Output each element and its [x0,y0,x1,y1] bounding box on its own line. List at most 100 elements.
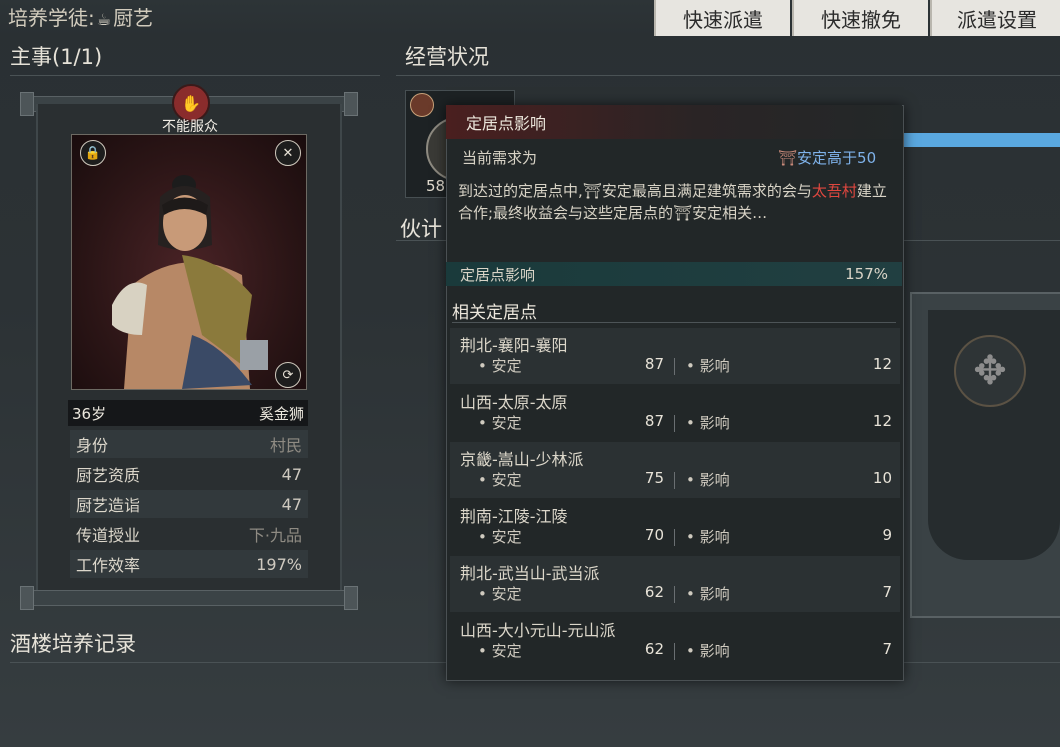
stability-label: • 安定 [478,528,522,546]
stat-key: 厨艺造诣 [76,496,141,515]
tooltip-description: 到达过的定居点中,⛩安定最高且满足建筑需求的会与太吾村建立合作;最终收益会与这些… [458,180,894,224]
requirement-label: 当前需求为 [462,149,538,167]
influence-label: 定居点影响 [460,265,536,284]
influence-label: • 影响 [686,414,730,432]
separator [674,415,675,432]
divider [10,75,380,76]
settlement-name: 山西-太原-太原 [460,393,568,412]
scroll-rod-bottom [22,590,358,606]
character-illustration [112,175,268,389]
tooltip-title: 定居点影响 [466,114,547,133]
stat-key: 厨艺资质 [76,466,141,485]
dispatch-settings-button[interactable]: 派遣设置 [930,0,1060,36]
divider [452,322,896,323]
stat-key: 工作效率 [76,556,141,575]
stat-value: 村民 [269,436,302,455]
scroll-cap [20,586,34,610]
stability-value: 87 [644,412,664,430]
divider [396,75,1060,76]
partner-section-title: 伙计 [400,217,442,241]
influence-value: 157% [845,265,888,283]
list-item: 荆南-江陵-江陵 • 安定 70 • 影响 9 [450,499,900,555]
stat-key: 传道授业 [76,526,141,545]
settlement-name: 荆北-武当山-武当派 [460,564,600,583]
separator [674,586,675,603]
separator [674,643,675,660]
stability-value: 87 [644,355,664,373]
stability-icon: ⛩ [778,149,798,167]
building-icon [410,93,434,117]
stat-value: 197% [256,554,302,574]
lock-icon[interactable]: 🔒 [80,140,106,166]
list-item: 山西-太原-太原 • 安定 87 • 影响 12 [450,385,900,441]
stability-icon: ⛩ [582,182,602,200]
list-item: 京畿-嵩山-少林派 • 安定 75 • 影响 10 [450,442,900,498]
scroll-cap [20,92,34,116]
scroll-cap [344,586,358,610]
stability-value: 62 [644,640,664,658]
stat-row-teaching: 传道授业 下·九品 [70,520,308,548]
stat-row-identity: 身份 村民 [70,430,308,458]
add-partner-button[interactable]: ✥ [954,335,1026,407]
stability-label: • 安定 [478,414,522,432]
character-age: 36岁 [72,404,107,423]
list-item: 荆北-襄阳-襄阳 • 安定 87 • 影响 12 [450,328,900,384]
influence-label: • 影响 [686,471,730,489]
apprentice-skill: 厨艺 [113,6,154,30]
influence-label: • 影响 [686,357,730,375]
apprentice-prefix: 培养学徒: [8,6,95,30]
requirement-text: 安定高于50 [797,149,877,167]
quick-dismiss-button[interactable]: 快速撤免 [792,0,928,36]
teacup-icon: ☕ [96,10,112,29]
influence-value: 7 [882,640,892,658]
crossed-swords-icon[interactable]: ✕ [275,140,301,166]
stability-label: • 安定 [478,585,522,603]
influence-value: 12 [872,355,892,373]
related-settlements-title: 相关定居点 [452,303,537,323]
stability-label: • 安定 [478,357,522,375]
influence-label: • 影响 [686,585,730,603]
influence-value: 9 [882,526,892,544]
influence-value: 7 [882,583,892,601]
settlement-name: 山西-大小元山-元山派 [460,621,616,640]
stat-row-efficiency: 工作效率 197% [70,550,308,578]
character-portrait[interactable] [71,134,307,390]
stat-key: 身份 [76,436,109,455]
stability-label: • 安定 [478,471,522,489]
records-section-title: 酒楼培养记录 [10,632,136,656]
stat-value: 下·九品 [248,526,302,545]
quick-dispatch-button[interactable]: 快速派遣 [654,0,790,36]
influence-label: • 影响 [686,528,730,546]
stat-row-cooking-aptitude: 厨艺资质 47 [70,460,308,488]
card-number: 58 [426,177,446,195]
stability-value: 75 [644,469,664,487]
manager-section-title: 主事(1/1) [10,45,103,69]
business-status-title: 经营状况 [405,45,489,69]
influence-value: 12 [872,412,892,430]
stability-icon: ⛩ [673,204,693,222]
desc-text: 安定相关… [692,204,768,222]
scroll-cap [344,92,358,116]
influence-label: • 影响 [686,642,730,660]
list-item: 山西-大小元山-元山派 • 安定 62 • 影响 7 [450,613,900,669]
apprentice-label: 培养学徒: ☕ 厨艺 [8,2,153,31]
separator [674,529,675,546]
stability-value: 70 [644,526,664,544]
settlement-name: 荆北-襄阳-襄阳 [460,336,568,355]
influence-value: 10 [872,469,892,487]
swap-icon[interactable]: ⟳ [275,362,301,388]
stat-value: 47 [281,464,302,484]
desc-text: 安定最高且满足建筑需求的会与 [601,182,812,200]
stat-value: 47 [281,494,302,514]
separator [674,472,675,489]
requirement-value: ⛩安定高于50 [778,147,876,169]
settlement-name: 荆南-江陵-江陵 [460,507,568,526]
influence-bar: 定居点影响 157% [446,262,902,286]
cannot-serve-badge: 不能服众 [162,119,218,135]
list-item: 荆北-武当山-武当派 • 安定 62 • 影响 7 [450,556,900,612]
stability-label: • 安定 [478,642,522,660]
progress-bar [895,133,1060,147]
stat-row-cooking-skill: 厨艺造诣 47 [70,490,308,518]
character-name: 奚金狮 [258,404,304,423]
name-bar: 36岁 奚金狮 [68,400,308,426]
